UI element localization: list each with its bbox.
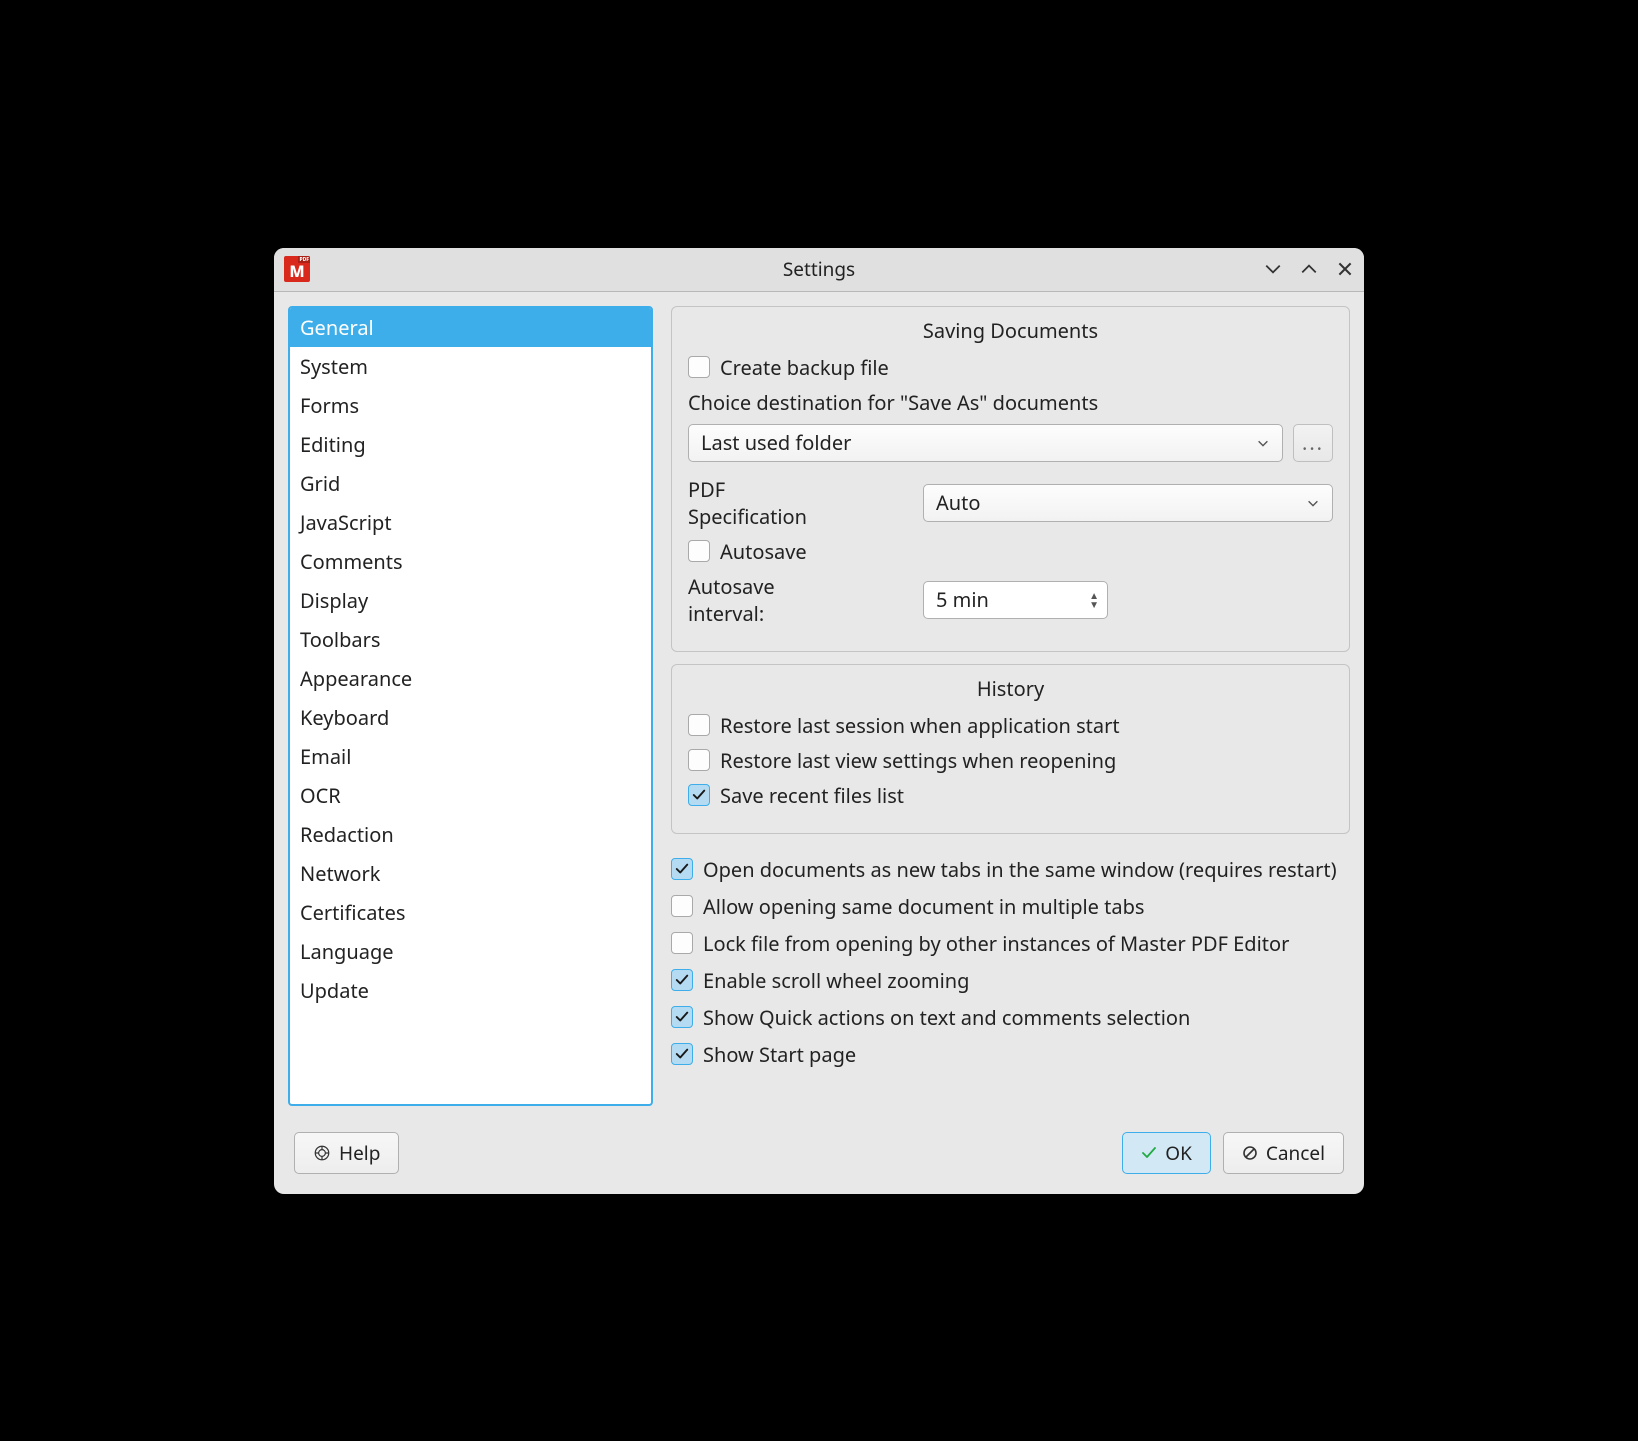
- dialog-footer: Help OK Cancel: [274, 1120, 1364, 1194]
- restore-view-checkbox[interactable]: [688, 749, 710, 771]
- sidebar-item-redaction[interactable]: Redaction: [290, 815, 651, 854]
- maximize-button[interactable]: [1300, 260, 1318, 278]
- sidebar-item-email[interactable]: Email: [290, 737, 651, 776]
- settings-panel: Saving Documents Create backup file Choi…: [671, 306, 1350, 1106]
- restore-session-checkbox[interactable]: [688, 714, 710, 736]
- autosave-interval-row: Autosave interval: 5 min ▲ ▼: [688, 573, 1333, 627]
- autosave-interval-value: 5 min: [936, 586, 989, 613]
- chevron-down-icon: [1256, 436, 1270, 450]
- general-check-row: Show Quick actions on text and comments …: [671, 1004, 1350, 1031]
- chevron-down-icon: [1264, 260, 1282, 278]
- sidebar-item-editing[interactable]: Editing: [290, 425, 651, 464]
- general-check-row: Open documents as new tabs in the same w…: [671, 856, 1350, 883]
- sidebar-item-certificates[interactable]: Certificates: [290, 893, 651, 932]
- autosave-checkbox[interactable]: [688, 540, 710, 562]
- chevron-up-icon: [1300, 260, 1318, 278]
- general-check-label: Enable scroll wheel zooming: [703, 967, 969, 994]
- window-controls: [1264, 260, 1354, 278]
- save-recent-row: Save recent files list: [688, 782, 1333, 809]
- sidebar-item-network[interactable]: Network: [290, 854, 651, 893]
- destination-caption: Choice destination for "Save As" documen…: [688, 389, 1333, 416]
- restore-view-row: Restore last view settings when reopenin…: [688, 747, 1333, 774]
- save-recent-checkbox[interactable]: [688, 784, 710, 806]
- cancel-button[interactable]: Cancel: [1223, 1132, 1344, 1174]
- general-check-row: Enable scroll wheel zooming: [671, 967, 1350, 994]
- restore-session-label: Restore last session when application st…: [720, 712, 1120, 739]
- close-icon: [1336, 260, 1354, 278]
- create-backup-row: Create backup file: [688, 354, 1333, 381]
- sidebar-item-system[interactable]: System: [290, 347, 651, 386]
- general-check-row: Allow opening same document in multiple …: [671, 893, 1350, 920]
- sidebar-item-language[interactable]: Language: [290, 932, 651, 971]
- help-button[interactable]: Help: [294, 1132, 399, 1174]
- dialog-body: GeneralSystemFormsEditingGridJavaScriptC…: [274, 292, 1364, 1120]
- settings-window: M Settings GeneralSystemFormsEditingGrid…: [274, 248, 1364, 1194]
- autosave-interval-label: Autosave interval:: [688, 573, 843, 627]
- cancel-label: Cancel: [1266, 1140, 1325, 1166]
- destination-browse-button[interactable]: ...: [1293, 424, 1333, 462]
- app-icon: M: [284, 256, 310, 282]
- general-check-label: Show Quick actions on text and comments …: [703, 1004, 1190, 1031]
- category-sidebar[interactable]: GeneralSystemFormsEditingGridJavaScriptC…: [288, 306, 653, 1106]
- sidebar-item-appearance[interactable]: Appearance: [290, 659, 651, 698]
- general-check-label: Show Start page: [703, 1041, 856, 1068]
- pdf-spec-value: Auto: [936, 489, 980, 516]
- sidebar-item-comments[interactable]: Comments: [290, 542, 651, 581]
- general-check-checkbox[interactable]: [671, 895, 693, 917]
- minimize-button[interactable]: [1264, 260, 1282, 278]
- cancel-icon: [1242, 1145, 1258, 1161]
- spinner-down[interactable]: ▼: [1089, 600, 1099, 608]
- restore-view-label: Restore last view settings when reopenin…: [720, 747, 1116, 774]
- general-check-checkbox[interactable]: [671, 1006, 693, 1028]
- history-group: History Restore last session when applic…: [671, 664, 1350, 834]
- sidebar-item-grid[interactable]: Grid: [290, 464, 651, 503]
- ok-label: OK: [1165, 1140, 1192, 1166]
- sidebar-item-javascript[interactable]: JavaScript: [290, 503, 651, 542]
- ok-button[interactable]: OK: [1122, 1132, 1211, 1174]
- window-title: Settings: [274, 256, 1364, 282]
- general-check-checkbox[interactable]: [671, 858, 693, 880]
- sidebar-item-keyboard[interactable]: Keyboard: [290, 698, 651, 737]
- sidebar-item-update[interactable]: Update: [290, 971, 651, 1010]
- general-check-label: Lock file from opening by other instance…: [703, 930, 1289, 957]
- destination-row: Last used folder ...: [688, 424, 1333, 462]
- general-check-label: Open documents as new tabs in the same w…: [703, 856, 1337, 883]
- general-check-row: Lock file from opening by other instance…: [671, 930, 1350, 957]
- saving-documents-title: Saving Documents: [688, 317, 1333, 344]
- chevron-down-icon: [1306, 496, 1320, 510]
- sidebar-item-general[interactable]: General: [290, 308, 651, 347]
- history-title: History: [688, 675, 1333, 702]
- sidebar-item-display[interactable]: Display: [290, 581, 651, 620]
- general-check-checkbox[interactable]: [671, 969, 693, 991]
- spinner-arrows: ▲ ▼: [1089, 591, 1099, 608]
- autosave-interval-spinner[interactable]: 5 min ▲ ▼: [923, 581, 1108, 619]
- pdf-spec-row: PDF Specification Auto: [688, 476, 1333, 530]
- restore-session-row: Restore last session when application st…: [688, 712, 1333, 739]
- destination-select[interactable]: Last used folder: [688, 424, 1283, 462]
- saving-documents-group: Saving Documents Create backup file Choi…: [671, 306, 1350, 652]
- pdf-spec-select[interactable]: Auto: [923, 484, 1333, 522]
- general-check-checkbox[interactable]: [671, 1043, 693, 1065]
- create-backup-checkbox[interactable]: [688, 356, 710, 378]
- general-check-checkbox[interactable]: [671, 932, 693, 954]
- save-recent-label: Save recent files list: [720, 782, 904, 809]
- general-checks-list: Open documents as new tabs in the same w…: [671, 846, 1350, 1078]
- help-icon: [313, 1144, 331, 1162]
- sidebar-item-toolbars[interactable]: Toolbars: [290, 620, 651, 659]
- help-label: Help: [339, 1140, 380, 1166]
- check-icon: [1141, 1145, 1157, 1161]
- close-button[interactable]: [1336, 260, 1354, 278]
- sidebar-item-ocr[interactable]: OCR: [290, 776, 651, 815]
- sidebar-item-forms[interactable]: Forms: [290, 386, 651, 425]
- destination-value: Last used folder: [701, 429, 851, 456]
- create-backup-label: Create backup file: [720, 354, 889, 381]
- general-check-label: Allow opening same document in multiple …: [703, 893, 1144, 920]
- pdf-spec-label: PDF Specification: [688, 476, 843, 530]
- autosave-label: Autosave: [720, 538, 807, 565]
- autosave-row: Autosave: [688, 538, 1333, 565]
- titlebar: M Settings: [274, 248, 1364, 292]
- general-check-row: Show Start page: [671, 1041, 1350, 1068]
